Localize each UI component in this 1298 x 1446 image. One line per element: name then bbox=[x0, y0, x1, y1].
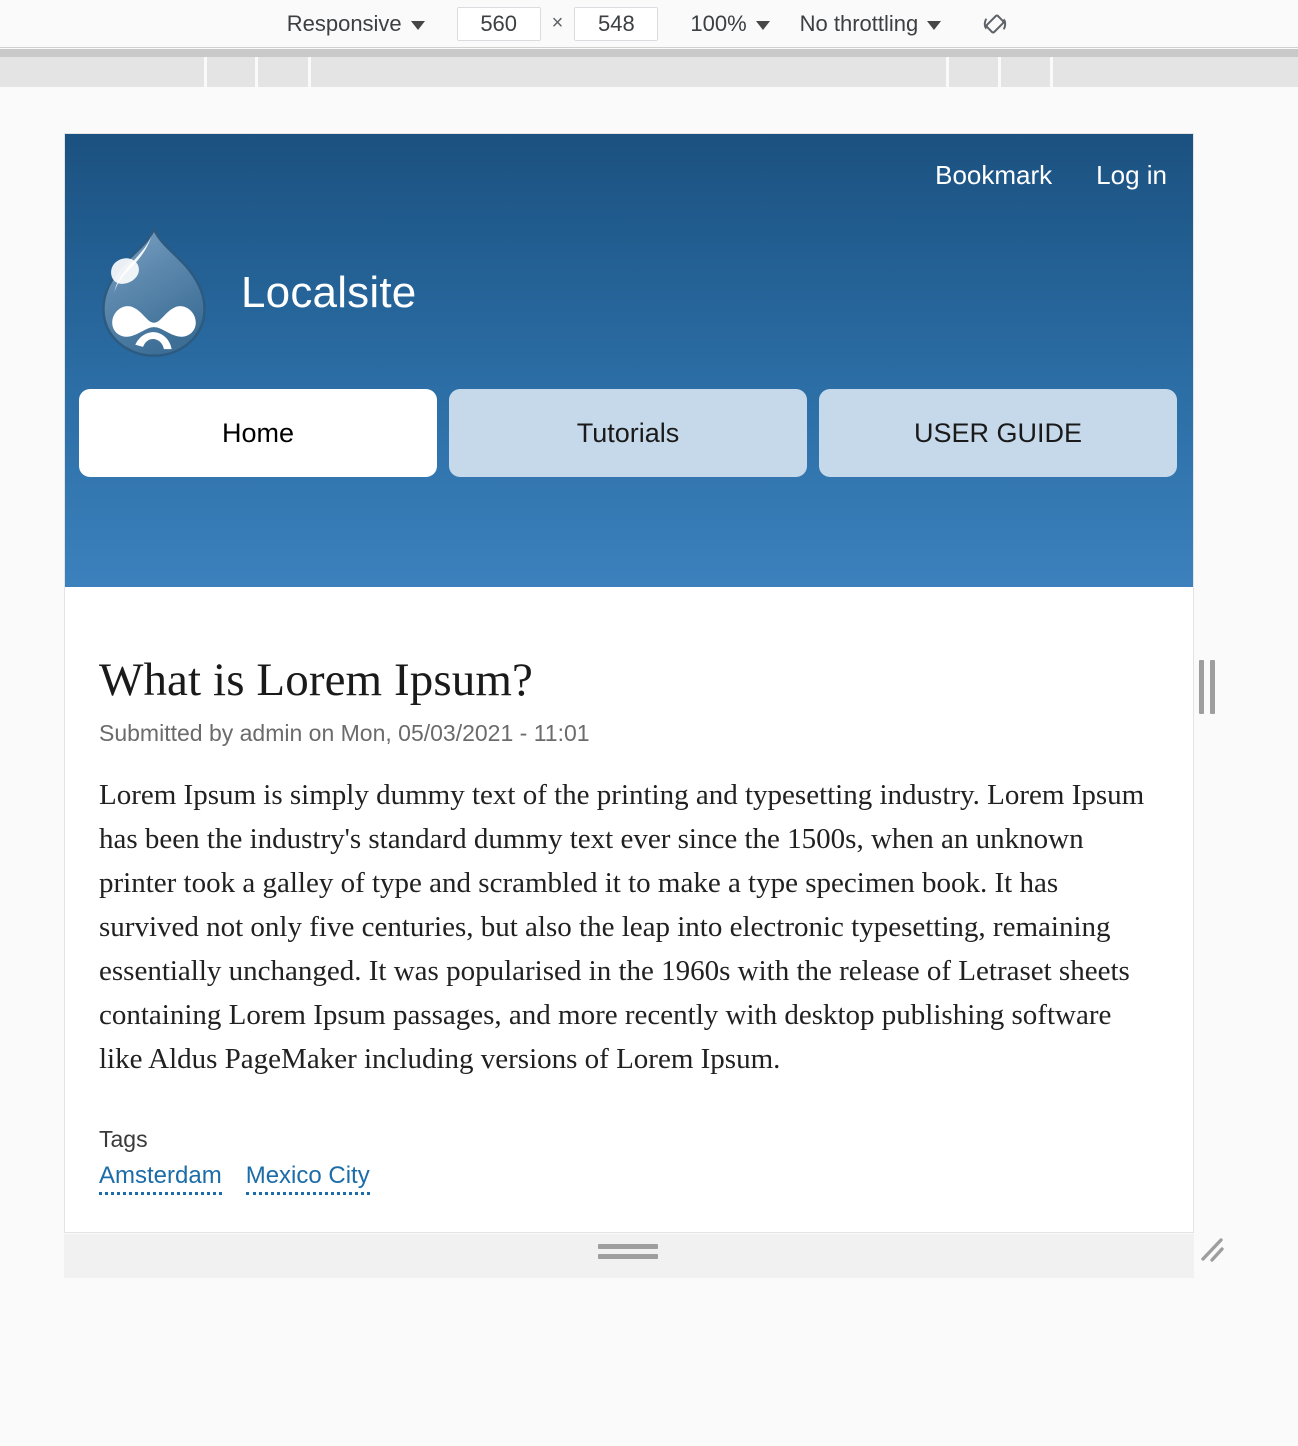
site-branding[interactable]: Localsite bbox=[99, 226, 416, 359]
article-submitted-meta: Submitted by admin on Mon, 05/03/2021 - … bbox=[99, 720, 590, 746]
login-link[interactable]: Log in bbox=[1096, 160, 1167, 191]
tag-link-amsterdam[interactable]: Amsterdam bbox=[99, 1162, 222, 1195]
article-node: What is Lorem Ipsum? Submitted by admin … bbox=[65, 587, 1193, 1195]
vertical-resize-grip bbox=[1199, 660, 1204, 714]
ruler-tick bbox=[255, 57, 258, 87]
throttling-label: No throttling bbox=[799, 10, 919, 36]
vertical-resize-grip bbox=[1210, 660, 1215, 714]
tags-list: Amsterdam Mexico City bbox=[99, 1162, 1159, 1195]
tags-label: Tags bbox=[99, 1125, 148, 1152]
page-title: What is Lorem Ipsum? bbox=[99, 654, 534, 706]
tag-link-mexico-city[interactable]: Mexico City bbox=[245, 1162, 370, 1195]
ruler-tick bbox=[204, 57, 207, 87]
viewport-height-input[interactable] bbox=[574, 6, 659, 41]
zoom-select[interactable]: 100% bbox=[684, 9, 775, 39]
user-account-menu: Bookmark Log in bbox=[935, 160, 1167, 191]
nav-item-tutorials[interactable]: Tutorials bbox=[449, 389, 807, 477]
rotate-button[interactable] bbox=[973, 4, 1017, 44]
diagonal-resize-grip bbox=[1201, 1238, 1224, 1262]
nav-item-user-guide[interactable]: USER GUIDE bbox=[819, 389, 1177, 477]
zoom-label: 100% bbox=[690, 10, 747, 36]
horizontal-resize-grip bbox=[598, 1243, 658, 1249]
viewport-dimensions-group: × bbox=[456, 6, 659, 41]
screen-rotation-icon bbox=[984, 14, 1007, 33]
device-preset-label: Responsive bbox=[286, 10, 402, 36]
dimension-separator: × bbox=[551, 12, 564, 34]
viewport-width-resize-handle[interactable] bbox=[1195, 650, 1219, 724]
ruler-tick bbox=[308, 57, 311, 87]
viewport-height-resize-handle[interactable] bbox=[598, 1241, 658, 1261]
drupal-droplet-logo bbox=[102, 226, 206, 357]
ruler-top-bar bbox=[0, 49, 1298, 57]
chevron-down-icon bbox=[410, 21, 425, 30]
chevron-down-icon bbox=[755, 21, 770, 30]
site-header: Bookmark Log in Localsite Home Tutorials… bbox=[65, 134, 1193, 587]
main-navigation: Home Tutorials USER GUIDE bbox=[79, 389, 1179, 477]
chevron-down-icon bbox=[927, 21, 942, 30]
bookmark-link[interactable]: Bookmark bbox=[935, 160, 1052, 191]
page-frame: Bookmark Log in Localsite Home Tutorials… bbox=[64, 133, 1194, 1233]
ruler-tick bbox=[946, 57, 949, 87]
site-name: Localsite bbox=[241, 267, 417, 317]
ruler-ticks[interactable] bbox=[0, 57, 1298, 87]
ruler-tick bbox=[1050, 57, 1053, 87]
article-body: Lorem Ipsum is simply dummy text of the … bbox=[99, 779, 1145, 1076]
viewport-corner-resize-handle[interactable] bbox=[1196, 1232, 1232, 1268]
horizontal-resize-grip bbox=[598, 1253, 658, 1259]
device-preset-select[interactable]: Responsive bbox=[281, 9, 431, 39]
nav-item-home[interactable]: Home bbox=[79, 389, 437, 477]
ruler-gap bbox=[0, 87, 1298, 96]
device-emulation-toolbar: Responsive × 100% No throttling bbox=[0, 0, 1298, 48]
viewport-width-input[interactable] bbox=[456, 6, 541, 41]
ruler-tick bbox=[998, 57, 1001, 87]
devtools-background bbox=[0, 1278, 1298, 1446]
emulated-viewport: Bookmark Log in Localsite Home Tutorials… bbox=[64, 133, 1194, 1233]
throttling-select[interactable]: No throttling bbox=[794, 9, 948, 39]
